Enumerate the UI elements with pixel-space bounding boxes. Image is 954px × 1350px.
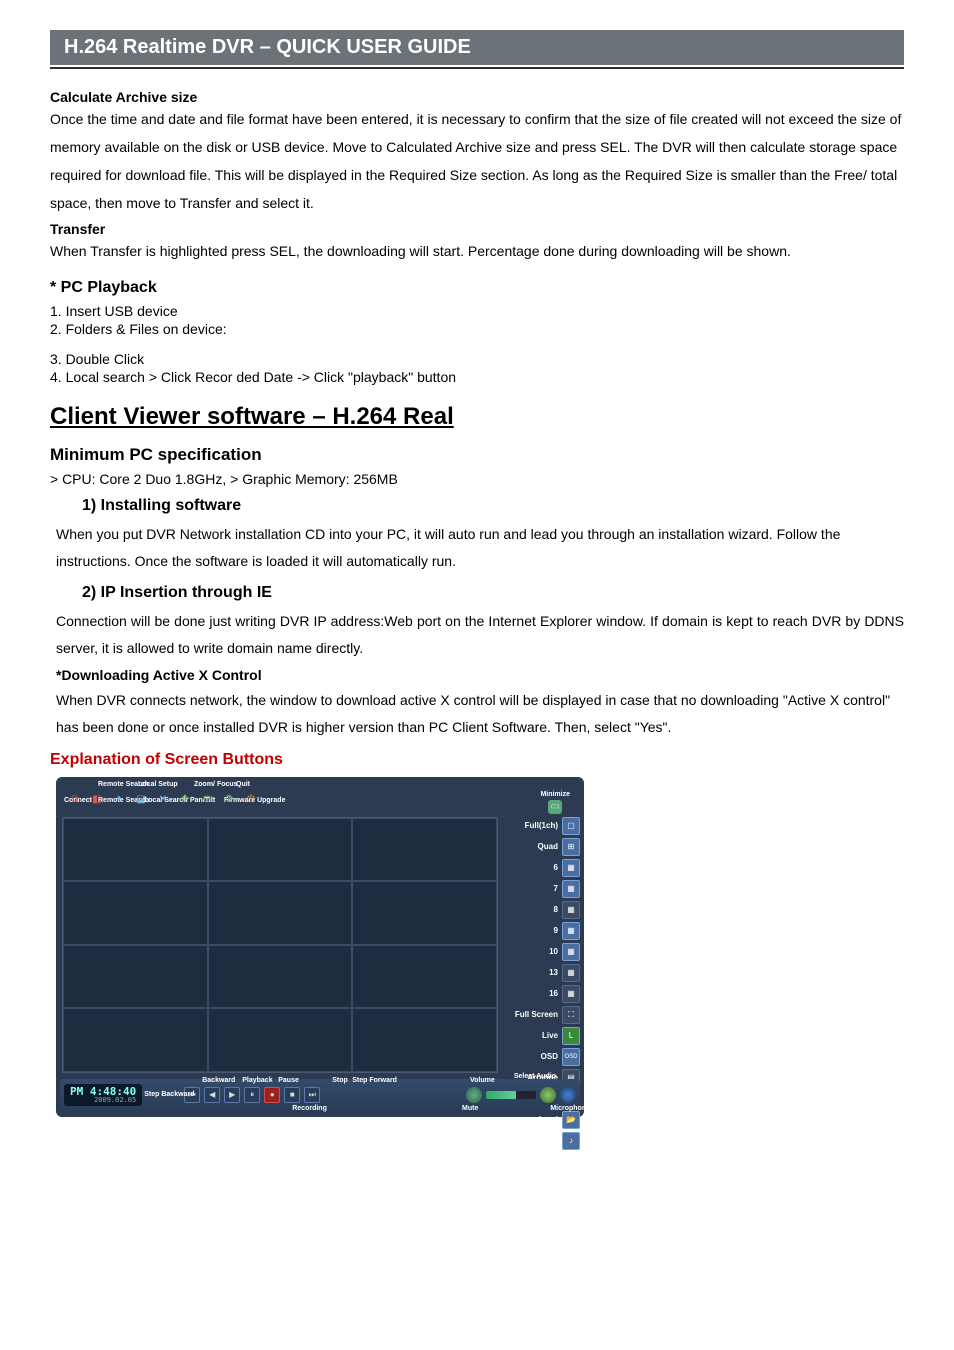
label-stop: Stop (332, 1077, 348, 1084)
rr-full1ch[interactable]: Full(1ch)▢ (502, 817, 580, 835)
remote-search-icon[interactable]: ◧ (90, 793, 104, 807)
top-toolbar: Connect Remote Search Local Setup Remote… (60, 781, 580, 815)
heading-installing: 1) Installing software (82, 497, 904, 515)
label-volume: Volume (470, 1077, 495, 1084)
label-recording: Recording (292, 1105, 327, 1112)
para-ip-insertion: Connection will be done just writing DVR… (56, 608, 904, 661)
clock: PM 4:48:40 2009.02.05 (64, 1084, 142, 1106)
video-grid[interactable] (62, 817, 498, 1073)
grid-cell[interactable] (208, 1008, 353, 1072)
step-4: 4. Local search > Click Recor ded Date -… (50, 369, 904, 385)
quit-icon[interactable]: ⏻ (244, 793, 258, 807)
heading-calculate-archive: Calculate Archive size (50, 89, 904, 105)
stop-button[interactable]: ■ (284, 1087, 300, 1103)
min-spec-line: > CPU: Core 2 Duo 1.8GHz, > Graphic Memo… (50, 471, 904, 487)
grid-cell[interactable] (63, 945, 208, 1009)
grid-cell[interactable] (352, 818, 497, 882)
step-3: 3. Double Click (50, 351, 904, 367)
label-pause: Pause (278, 1077, 299, 1084)
label-minimize: Minimize (540, 791, 570, 798)
label-step-backward: Step Backward (144, 1091, 194, 1098)
app-screenshot: Connect Remote Search Local Setup Remote… (56, 777, 584, 1117)
heading-transfer: Transfer (50, 221, 904, 237)
remote-search-icon-2[interactable]: ◪ (134, 793, 148, 807)
local-setup-icon[interactable]: ✦ (112, 793, 126, 807)
playback-controls: Step Backward Backward Playback Pause Re… (184, 1087, 320, 1103)
grid-cell[interactable] (63, 818, 208, 882)
grid-cell[interactable] (352, 1008, 497, 1072)
bottom-toolbar: PM 4:48:40 2009.02.05 Step Backward Back… (60, 1079, 580, 1111)
heading-explanation: Explanation of Screen Buttons (50, 751, 904, 769)
title-underline (50, 67, 904, 69)
label-step-forward: Step Forward (352, 1077, 397, 1084)
heading-ip-insertion: 2) IP Insertion through IE (82, 584, 904, 602)
minimize-area: Minimize ▭ (540, 791, 570, 814)
heading-client-viewer: Client Viewer software – H.264 Real (50, 403, 904, 431)
para-activex: When DVR connects network, the window to… (56, 687, 904, 740)
para-installing: When you put DVR Network installation CD… (56, 521, 904, 574)
grid-cell[interactable] (352, 945, 497, 1009)
rr-fullscreen[interactable]: Full Screen⛶ (502, 1006, 580, 1024)
select-audio-knob[interactable] (540, 1087, 556, 1103)
step-1: 1. Insert USB device (50, 303, 904, 319)
clock-date: 2009.02.05 (70, 1097, 136, 1104)
grid-cell[interactable] (63, 881, 208, 945)
heading-pc-playback: * PC Playback (50, 279, 904, 297)
label-local-setup: Local Setup (138, 781, 178, 788)
clock-time: PM 4:48:40 (70, 1086, 136, 1097)
rr-load[interactable]: Load📂 (502, 1111, 580, 1129)
rr-13[interactable]: 13▦ (502, 964, 580, 982)
mid-row: Full(1ch)▢ Quad⊞ 6▦ 7▦ 8▦ 9▦ 10▦ 13▦ 16▦… (60, 815, 580, 1075)
label-zoom-focus: Zoom/ Focus (194, 781, 238, 788)
rr-quad[interactable]: Quad⊞ (502, 838, 580, 856)
toolbar-icons: ⧉ ◧ ✦ ◪ ✕ ✥ ⊕ ⚙ ⏻ (68, 793, 258, 807)
toolbar-labels: Connect Remote Search Local Setup Remote… (60, 781, 580, 793)
rr-6[interactable]: 6▦ (502, 859, 580, 877)
grid-cell[interactable] (63, 1008, 208, 1072)
connect-icon[interactable]: ⧉ (68, 793, 82, 807)
local-search-icon[interactable]: ✕ (156, 793, 170, 807)
rr-audio[interactable]: ♪ (502, 1132, 580, 1150)
rr-10[interactable]: 10▦ (502, 943, 580, 961)
grid-cell[interactable] (208, 945, 353, 1009)
rr-9[interactable]: 9▦ (502, 922, 580, 940)
label-select-audio: Select Audio (514, 1073, 556, 1080)
rr-live[interactable]: LiveL (502, 1027, 580, 1045)
para-calculate-archive: Once the time and date and file format h… (50, 105, 904, 217)
rr-8[interactable]: 8▦ (502, 901, 580, 919)
playback-button[interactable]: ▶ (224, 1087, 240, 1103)
minimize-icon[interactable]: ▭ (548, 800, 562, 814)
label-backward: Backward (202, 1077, 235, 1084)
label-microphone: Microphone (550, 1105, 590, 1112)
page-title: H.264 Realtime DVR – QUICK USER GUIDE (64, 36, 471, 58)
pause-button[interactable]: ⏸ (244, 1087, 260, 1103)
grid-cell[interactable] (352, 881, 497, 945)
step-forward-button[interactable]: ⏭ (304, 1087, 320, 1103)
grid-cell[interactable] (208, 818, 353, 882)
zoom-focus-icon[interactable]: ⊕ (200, 793, 214, 807)
right-rail: Full(1ch)▢ Quad⊞ 6▦ 7▦ 8▦ 9▦ 10▦ 13▦ 16▦… (502, 815, 580, 1075)
backward-button[interactable]: ◀ (204, 1087, 220, 1103)
volume-area: Volume Mute Select Audio Microphone (466, 1087, 576, 1103)
pantilt-icon[interactable]: ✥ (178, 793, 192, 807)
rr-osd[interactable]: OSDOSD (502, 1048, 580, 1066)
label-playback: Playback (242, 1077, 272, 1084)
grid-cell[interactable] (208, 881, 353, 945)
firmware-upgrade-icon[interactable]: ⚙ (222, 793, 236, 807)
record-button[interactable]: ● (264, 1087, 280, 1103)
heading-min-spec: Minimum PC specification (50, 445, 904, 465)
volume-mute-knob[interactable] (466, 1087, 482, 1103)
para-transfer: When Transfer is highlighted press SEL, … (50, 237, 904, 265)
volume-slider[interactable] (486, 1091, 536, 1099)
label-quit: Quit (236, 781, 250, 788)
rr-7[interactable]: 7▦ (502, 880, 580, 898)
microphone-knob[interactable] (560, 1087, 576, 1103)
step-2: 2. Folders & Files on device: (50, 321, 904, 337)
label-mute: Mute (462, 1105, 478, 1112)
page-title-bar: H.264 Realtime DVR – QUICK USER GUIDE (50, 30, 904, 65)
heading-activex: *Downloading Active X Control (56, 667, 904, 683)
rr-16[interactable]: 16▦ (502, 985, 580, 1003)
